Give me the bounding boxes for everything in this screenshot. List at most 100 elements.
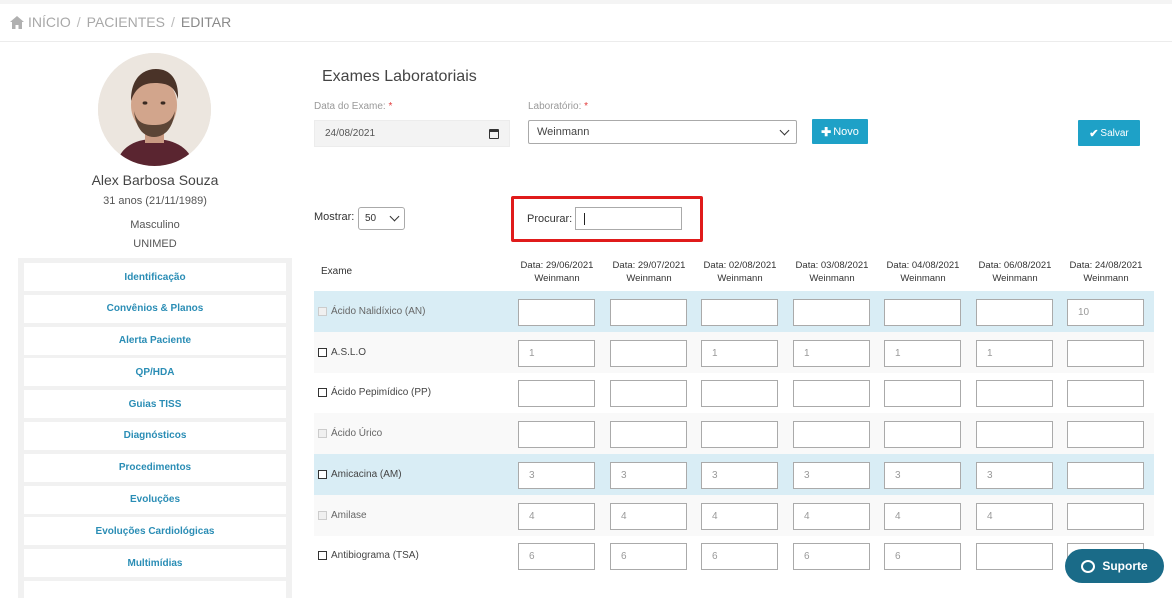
exam-value-input[interactable] xyxy=(1067,461,1144,489)
exam-value-input[interactable]: 1 xyxy=(793,339,870,367)
exam-name-cell: Antibiograma (TSA) xyxy=(318,535,419,576)
exam-value-input[interactable] xyxy=(793,380,870,408)
page-size-select[interactable]: 50 xyxy=(358,207,405,230)
exam-value-input[interactable] xyxy=(610,380,687,408)
exam-value-input[interactable]: 3 xyxy=(610,461,687,489)
exam-name-cell: Ácido Úrico xyxy=(318,413,382,454)
search-input[interactable] xyxy=(575,207,682,230)
support-button[interactable]: Suporte xyxy=(1065,549,1164,583)
exam-checkbox[interactable] xyxy=(318,469,327,479)
exam-value-input[interactable]: 4 xyxy=(701,502,778,530)
exam-value-input[interactable]: 4 xyxy=(610,502,687,530)
exam-value-input[interactable]: 1 xyxy=(976,339,1053,367)
sidebar-item-qp-hda[interactable]: QP/HDA xyxy=(24,358,286,387)
home-icon[interactable] xyxy=(10,15,24,29)
exam-checkbox[interactable] xyxy=(318,388,327,398)
exam-value-input[interactable]: 3 xyxy=(793,461,870,489)
salvar-button[interactable]: ✔ Salvar xyxy=(1078,120,1140,146)
patient-name: Alex Barbosa Souza xyxy=(91,172,219,188)
exam-value-input[interactable]: 3 xyxy=(976,461,1053,489)
sidebar-item-guias-tiss[interactable]: Guias TISS xyxy=(24,390,286,419)
exam-value-input[interactable]: 6 xyxy=(884,543,961,571)
exam-name: Antibiograma (TSA) xyxy=(331,550,419,562)
exam-value-input[interactable]: 4 xyxy=(518,502,595,530)
exam-value-input[interactable] xyxy=(1067,502,1144,530)
sidebar-item-alerta[interactable]: Alerta Paciente xyxy=(24,326,286,355)
exam-name: Ácido Nalidíxico (AN) xyxy=(331,306,426,317)
exam-value-input[interactable]: 10 xyxy=(1067,299,1144,326)
novo-button[interactable]: ✚ Novo xyxy=(812,119,868,144)
exam-date-input[interactable]: 24/08/2021 xyxy=(314,120,510,147)
breadcrumb-separator: / xyxy=(76,14,81,30)
exam-value-input[interactable]: 3 xyxy=(701,461,778,489)
exam-value-input[interactable] xyxy=(1067,421,1144,449)
exam-value-input[interactable]: 1 xyxy=(701,339,778,367)
exam-value-input[interactable]: 6 xyxy=(610,543,687,571)
exam-value-input[interactable] xyxy=(610,299,687,326)
exam-value-input[interactable] xyxy=(518,380,595,408)
sidebar-item-multimidias[interactable]: Multimídias xyxy=(24,549,286,578)
exam-name: A.S.L.O xyxy=(331,346,367,358)
exam-value-input[interactable]: 1 xyxy=(518,339,595,367)
exam-name: Ácido Úrico xyxy=(331,428,383,440)
patient-age: 31 anos (21/11/1989) xyxy=(103,195,207,207)
exam-value-input[interactable] xyxy=(976,543,1053,571)
exam-value-input[interactable] xyxy=(701,299,778,326)
sidebar-item-evolucoes[interactable]: Evoluções xyxy=(24,485,286,514)
date-label-text: Data do Exame: xyxy=(314,101,386,112)
exam-value-input[interactable] xyxy=(793,299,870,326)
exam-value-input[interactable] xyxy=(976,421,1053,449)
exam-value-input[interactable] xyxy=(610,421,687,449)
exam-value-input[interactable]: 6 xyxy=(701,543,778,571)
exam-value-input[interactable]: 6 xyxy=(793,543,870,571)
lab-select[interactable]: Weinmann xyxy=(528,120,797,144)
exam-value-input[interactable] xyxy=(976,380,1053,408)
breadcrumb-home[interactable]: INÍCIO xyxy=(28,14,71,30)
sidebar-item-more[interactable] xyxy=(24,580,286,609)
exam-value-input[interactable]: 6 xyxy=(518,543,595,571)
exam-checkbox[interactable] xyxy=(318,551,327,561)
breadcrumb-patients[interactable]: PACIENTES xyxy=(87,14,165,30)
exam-value-input[interactable] xyxy=(884,421,961,449)
table-row: Ácido Úrico xyxy=(314,413,1154,455)
date-column-header: Data: 06/08/2021 Weinmann xyxy=(972,259,1058,285)
required-marker: * xyxy=(584,101,589,112)
chat-icon xyxy=(1081,559,1096,573)
exam-name-cell: Ácido Pepimídico (PP) xyxy=(318,372,431,413)
table-row: A.S.L.O 1 1 1 1 1 xyxy=(314,331,1154,373)
exam-value-input[interactable] xyxy=(701,421,778,449)
exam-value-input[interactable]: 3 xyxy=(518,461,595,489)
exam-value-input[interactable]: 1 xyxy=(884,339,961,367)
exam-value-input[interactable]: 4 xyxy=(976,502,1053,530)
exam-name: Ácido Pepimídico (PP) xyxy=(331,387,432,399)
sidebar-item-diagnosticos[interactable]: Diagnósticos xyxy=(24,421,286,450)
exam-value-input[interactable] xyxy=(884,299,961,326)
exam-value-input[interactable]: 3 xyxy=(884,461,961,489)
avatar-photo xyxy=(98,53,211,166)
exam-value-input[interactable] xyxy=(1067,380,1144,408)
exam-value-input[interactable] xyxy=(518,299,595,326)
column-date: Data: 03/08/2021 xyxy=(795,260,869,271)
sidebar-item-procedimentos[interactable]: Procedimentos xyxy=(24,453,286,482)
exam-value-input[interactable]: 4 xyxy=(793,502,870,530)
exam-value-input[interactable] xyxy=(976,299,1053,326)
exam-checkbox[interactable] xyxy=(318,347,327,357)
exam-value-input[interactable] xyxy=(610,339,687,367)
exam-value-input[interactable] xyxy=(1067,339,1144,367)
lab-label: Laboratório: * xyxy=(528,101,588,112)
exam-value-input[interactable] xyxy=(793,421,870,449)
column-date: Data: 04/08/2021 xyxy=(886,260,960,271)
sidebar-item-identificacao[interactable]: Identificação xyxy=(24,263,286,291)
sidebar-item-evolucoes-cardiologicas[interactable]: Evoluções Cardiológicas xyxy=(24,517,286,546)
column-lab: Weinmann xyxy=(992,273,1038,284)
calendar-icon[interactable] xyxy=(489,128,499,139)
exam-value-input[interactable] xyxy=(884,380,961,408)
breadcrumb-separator: / xyxy=(170,14,175,30)
date-column-header: Data: 29/07/2021 Weinmann xyxy=(606,259,692,285)
novo-button-label: Novo xyxy=(833,125,859,138)
lab-select-value: Weinmann xyxy=(537,126,590,138)
exam-value-input[interactable] xyxy=(518,421,595,449)
exam-value-input[interactable]: 4 xyxy=(884,502,961,530)
exam-value-input[interactable] xyxy=(701,380,778,408)
sidebar-item-convenios[interactable]: Convênios & Planos xyxy=(24,294,286,323)
